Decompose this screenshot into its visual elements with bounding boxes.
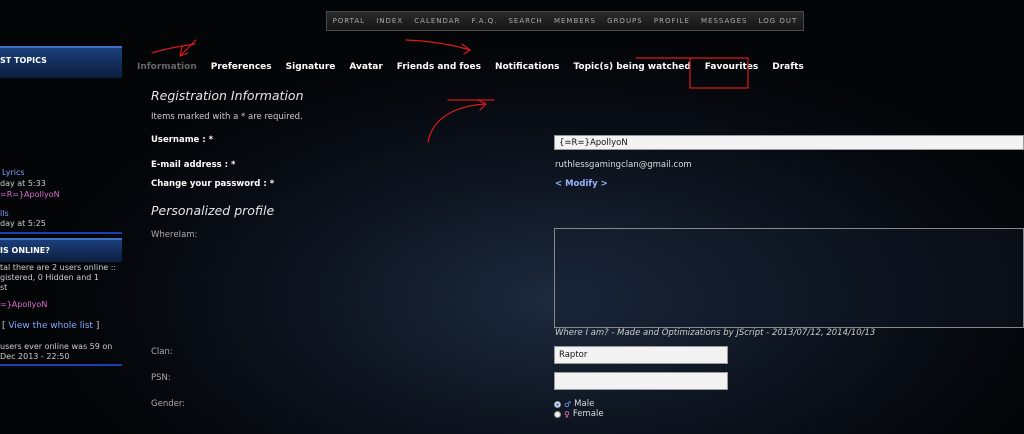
annotation-stroke bbox=[405, 39, 471, 51]
tab-drafts[interactable]: Drafts bbox=[765, 62, 811, 72]
top-navigation: Portal Index Calendar F.A.Q. Search Memb… bbox=[326, 11, 804, 31]
online-user[interactable]: =}ApollyoN bbox=[0, 300, 47, 309]
username-label: Username : * bbox=[151, 135, 214, 145]
male-radio[interactable] bbox=[554, 400, 561, 408]
annotation-arrowhead bbox=[461, 43, 471, 55]
male-icon: ♂ bbox=[564, 399, 572, 409]
nav-members[interactable]: Members bbox=[554, 17, 596, 25]
record-text: Dec 2013 - 22:50 bbox=[0, 352, 70, 361]
registration-heading: Registration Information bbox=[151, 88, 304, 103]
email-value: ruthlessgamingclan@gmail.com bbox=[555, 160, 692, 170]
annotation-arrowhead bbox=[179, 46, 189, 57]
gender-label: Gender: bbox=[151, 399, 186, 409]
divider bbox=[0, 364, 122, 366]
password-label: Change your password : * bbox=[151, 179, 275, 189]
nav-portal[interactable]: Portal bbox=[333, 17, 366, 25]
divider bbox=[0, 232, 122, 234]
required-note: Items marked with a * are required. bbox=[151, 112, 303, 122]
tab-topics-watched[interactable]: Topic(s) being watched bbox=[566, 62, 697, 72]
psn-label: PSN: bbox=[151, 373, 171, 383]
whereiam-textarea[interactable] bbox=[554, 228, 1024, 328]
view-whole-list-link[interactable]: View the whole list bbox=[8, 321, 93, 331]
nav-profile[interactable]: Profile bbox=[654, 17, 690, 25]
nav-faq[interactable]: F.A.Q. bbox=[472, 17, 498, 25]
tab-avatar[interactable]: Avatar bbox=[342, 62, 389, 72]
topic-link[interactable]: Lyrics bbox=[2, 168, 25, 177]
profile-tabs: Information Preferences Signature Avatar… bbox=[130, 62, 811, 72]
latest-topics-header: ST TOPICS bbox=[0, 46, 122, 78]
tab-preferences[interactable]: Preferences bbox=[204, 62, 279, 72]
topic-user[interactable]: =R=}ApollyoN bbox=[0, 190, 60, 199]
nav-search[interactable]: Search bbox=[508, 17, 542, 25]
topic-time: day at 5:25 bbox=[0, 219, 46, 228]
who-is-online-header: IS ONLINE? bbox=[0, 238, 122, 262]
tab-friends-and-foes[interactable]: Friends and foes bbox=[390, 62, 488, 72]
nav-messages[interactable]: Messages bbox=[701, 17, 747, 25]
topic-link[interactable]: lls bbox=[0, 209, 9, 218]
online-text: st bbox=[0, 283, 8, 292]
psn-input[interactable] bbox=[554, 372, 728, 390]
email-label: E-mail address : * bbox=[151, 160, 236, 170]
gender-option-female[interactable]: ♀ Female bbox=[554, 409, 604, 419]
annotation-stroke bbox=[151, 43, 196, 54]
nav-calendar[interactable]: Calendar bbox=[414, 17, 460, 25]
record-text: users ever online was 59 on bbox=[0, 342, 113, 351]
gender-option-male[interactable]: ♂ Male bbox=[554, 399, 594, 409]
tab-signature[interactable]: Signature bbox=[279, 62, 343, 72]
view-list-row: [ View the whole list ] bbox=[2, 321, 100, 331]
nav-index[interactable]: Index bbox=[376, 17, 403, 25]
whereiam-credit: Where I am? - Made and Optimizations by … bbox=[555, 328, 876, 338]
username-input[interactable] bbox=[554, 135, 1024, 150]
whereiam-label: WhereIam: bbox=[151, 230, 198, 240]
annotation-arrowhead bbox=[477, 99, 487, 111]
clan-input[interactable] bbox=[554, 346, 728, 364]
annotation-curve bbox=[427, 103, 487, 143]
female-icon: ♀ bbox=[564, 409, 570, 419]
topic-time: day at 5:33 bbox=[0, 179, 46, 188]
tab-notifications[interactable]: Notifications bbox=[488, 62, 567, 72]
tab-information[interactable]: Information bbox=[130, 62, 204, 72]
online-text: gistered, 0 Hidden and 1 bbox=[0, 273, 99, 282]
modify-password-link[interactable]: < Modify > bbox=[555, 179, 608, 189]
tab-favourites[interactable]: Favourites bbox=[698, 62, 765, 72]
nav-groups[interactable]: Groups bbox=[607, 17, 643, 25]
annotation-arrow bbox=[179, 39, 197, 57]
nav-logout[interactable]: Log Out bbox=[759, 17, 798, 25]
clan-label: Clan: bbox=[151, 347, 173, 357]
sidebar: ST TOPICS Lyrics day at 5:33 =R=}Apollyo… bbox=[0, 0, 122, 434]
personalized-profile-heading: Personalized profile bbox=[151, 203, 275, 218]
online-text: tal there are 2 users online :: bbox=[0, 263, 117, 272]
female-radio[interactable] bbox=[554, 410, 561, 418]
